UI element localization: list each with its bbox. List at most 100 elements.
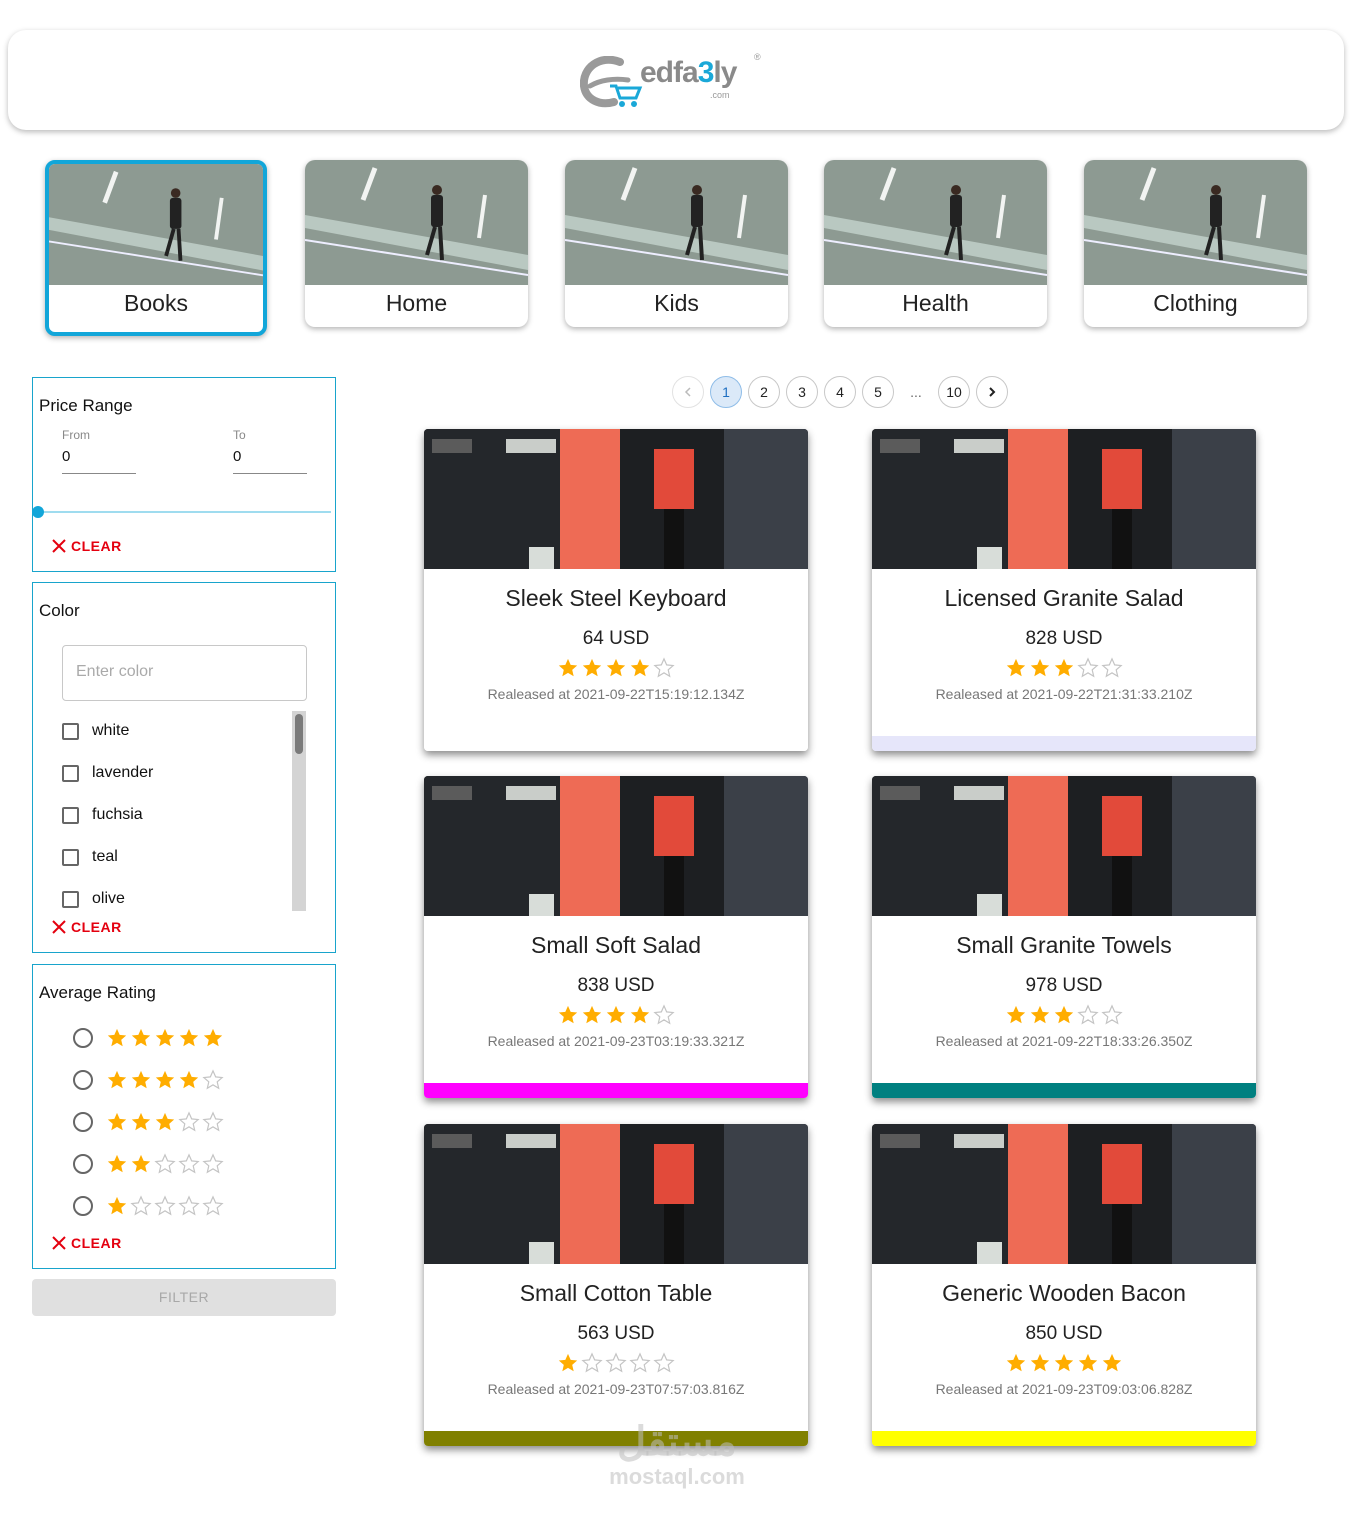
product-card[interactable]: Small Soft Salad 838 USD Realeased at 20… [424, 776, 808, 1098]
star-filled-icon [630, 1005, 650, 1024]
product-image [424, 1124, 808, 1264]
radio-button[interactable] [73, 1112, 93, 1132]
checkbox[interactable] [62, 848, 79, 866]
star-empty-icon [653, 1004, 675, 1025]
product-card[interactable]: Generic Wooden Bacon 850 USD Realeased a… [872, 1124, 1256, 1446]
star-filled-icon [107, 1112, 127, 1131]
product-name[interactable]: Sleek Steel Keyboard [424, 585, 808, 612]
star-filled-icon [155, 1112, 175, 1131]
price-to-input[interactable]: 0 [233, 448, 307, 474]
product-card[interactable]: Small Granite Towels 978 USD Realeased a… [872, 776, 1256, 1098]
star-empty-icon [202, 1195, 224, 1216]
category-card-books[interactable]: Books [45, 160, 267, 336]
price-slider[interactable] [32, 506, 331, 518]
star-empty-icon [202, 1153, 224, 1174]
category-image [1084, 160, 1307, 285]
color-option-olive[interactable]: olive [62, 887, 125, 911]
product-name[interactable]: Small Soft Salad [424, 932, 808, 959]
rating-option-5[interactable] [73, 1027, 225, 1049]
price-clear-button[interactable]: CLEAR [51, 538, 122, 554]
star-filled-icon [558, 1005, 578, 1024]
star-filled-icon [107, 1154, 127, 1173]
scrollbar-thumb[interactable] [295, 714, 303, 754]
page-button-5[interactable]: 5 [862, 376, 894, 408]
registered-mark: ® [754, 52, 761, 62]
color-option-label: olive [92, 890, 125, 907]
product-card[interactable]: Small Cotton Table 563 USD Realeased at … [424, 1124, 808, 1446]
product-color-bar [424, 736, 808, 751]
star-empty-icon [1101, 657, 1123, 678]
star-filled-icon [1030, 658, 1050, 677]
page-button-last[interactable]: 10 [938, 376, 970, 408]
category-card-health[interactable]: Health [824, 160, 1047, 327]
product-card[interactable]: Licensed Granite Salad 828 USD Realeased… [872, 429, 1256, 751]
checkbox[interactable] [62, 890, 79, 908]
star-empty-icon [1077, 1004, 1099, 1025]
close-icon [52, 920, 66, 934]
radio-button[interactable] [73, 1196, 93, 1216]
color-option-lavender[interactable]: lavender [62, 761, 153, 785]
page-button-1[interactable]: 1 [710, 376, 742, 408]
star-empty-icon [581, 1352, 603, 1373]
page-button-4[interactable]: 4 [824, 376, 856, 408]
price-from-input[interactable]: 0 [62, 448, 136, 474]
rating-clear-button[interactable]: CLEAR [51, 1235, 122, 1251]
chevron-right-icon [989, 387, 996, 397]
star-empty-icon [202, 1069, 224, 1090]
category-label: Kids [654, 290, 699, 316]
product-name[interactable]: Small Granite Towels [872, 932, 1256, 959]
star-filled-icon [582, 658, 602, 677]
price-to-field[interactable]: To 0 [233, 428, 307, 474]
color-list-scrollbar[interactable] [292, 711, 306, 911]
product-name[interactable]: Generic Wooden Bacon [872, 1280, 1256, 1307]
color-option-white[interactable]: white [62, 719, 129, 743]
product-name[interactable]: Licensed Granite Salad [872, 585, 1256, 612]
star-filled-icon [1030, 1353, 1050, 1372]
rating-title: Average Rating [39, 983, 156, 1002]
next-page-button[interactable] [976, 376, 1008, 408]
checkbox[interactable] [62, 806, 79, 824]
star-filled-icon [107, 1196, 127, 1215]
star-empty-icon [130, 1195, 152, 1216]
product-card[interactable]: Sleek Steel Keyboard 64 USD Realeased at… [424, 429, 808, 751]
page-button-2[interactable]: 2 [748, 376, 780, 408]
logo[interactable]: edfa3ly .com ® [576, 48, 776, 112]
checkbox[interactable] [62, 722, 79, 740]
category-card-clothing[interactable]: Clothing [1084, 160, 1307, 327]
category-card-kids[interactable]: Kids [565, 160, 788, 327]
logo-text: edfa3ly [640, 56, 737, 89]
color-option-teal[interactable]: teal [62, 845, 118, 869]
prev-page-button[interactable] [672, 376, 704, 408]
shopping-cart-logo-icon [580, 56, 643, 108]
close-icon [52, 539, 66, 553]
color-search-input[interactable]: Enter color [62, 645, 307, 701]
color-option-fuchsia[interactable]: fuchsia [62, 803, 143, 827]
star-filled-icon [179, 1028, 199, 1047]
price-from-field[interactable]: From 0 [62, 428, 136, 474]
price-to-label: To [233, 428, 246, 442]
star-filled-icon [155, 1070, 175, 1089]
rating-option-2[interactable] [73, 1153, 225, 1175]
page-button-3[interactable]: 3 [786, 376, 818, 408]
star-filled-icon [1030, 1005, 1050, 1024]
rating-option-3[interactable] [73, 1111, 225, 1133]
category-label: Health [902, 290, 969, 316]
star-filled-icon [606, 1005, 626, 1024]
star-filled-icon [1006, 1005, 1026, 1024]
close-icon [52, 1236, 66, 1250]
price-range-title: Price Range [39, 396, 133, 415]
radio-button[interactable] [73, 1070, 93, 1090]
product-release-date: Realeased at 2021-09-23T07:57:03.816Z [487, 1381, 745, 1397]
color-clear-button[interactable]: CLEAR [51, 919, 122, 935]
star-empty-icon [178, 1195, 200, 1216]
checkbox[interactable] [62, 764, 79, 782]
radio-button[interactable] [73, 1028, 93, 1048]
rating-option-4[interactable] [73, 1069, 225, 1091]
rating-option-1[interactable] [73, 1195, 225, 1217]
watermark: مستقل mostaql.com [592, 1420, 762, 1490]
category-card-home[interactable]: Home [305, 160, 528, 327]
product-name[interactable]: Small Cotton Table [424, 1280, 808, 1307]
filter-button[interactable]: FILTER [32, 1279, 336, 1316]
radio-button[interactable] [73, 1154, 93, 1174]
price-slider-thumb[interactable] [32, 506, 44, 518]
